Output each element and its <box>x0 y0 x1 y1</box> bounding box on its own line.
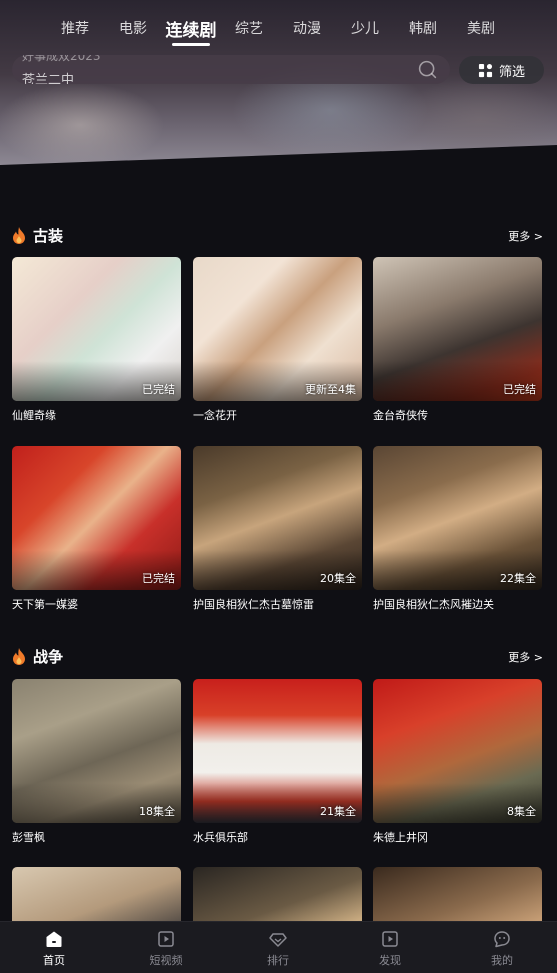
nav-short-video[interactable]: 短视频 <box>126 930 206 968</box>
more-link[interactable]: 更多 > <box>508 228 543 244</box>
nav-discover[interactable]: 发现 <box>350 930 430 968</box>
nav-ranking[interactable]: 排行 <box>238 930 318 968</box>
more-link[interactable]: 更多 > <box>508 649 543 665</box>
active-tab-indicator <box>172 43 210 46</box>
card-title[interactable]: 天下第一媒婆 <box>12 596 181 612</box>
filter-grid-icon <box>478 63 493 77</box>
status-badge: 21集全 <box>320 805 356 818</box>
tab-anime[interactable]: 动漫 <box>293 18 321 38</box>
section-header-costume: 古装 更多 > <box>12 225 545 247</box>
diamond-icon <box>269 933 287 947</box>
nav-label: 发现 <box>379 954 401 967</box>
nav-label: 短视频 <box>149 954 183 967</box>
section-header-war: 战争 更多 > <box>12 646 545 668</box>
fire-icon <box>13 227 25 244</box>
card-title[interactable]: 护国良相狄仁杰古墓惊雷 <box>193 596 362 612</box>
card-title[interactable]: 朱德上井冈 <box>373 829 542 845</box>
nav-label: 我的 <box>491 954 513 967</box>
nav-label: 排行 <box>267 954 289 967</box>
bottom-nav: 首页 短视频 排行 发现 我的 <box>0 921 557 973</box>
nav-profile[interactable]: 我的 <box>462 930 542 968</box>
play-square-icon <box>158 931 174 947</box>
drama-card[interactable]: 8集全 朱德上井冈 <box>373 679 542 845</box>
drama-card[interactable]: 已完结 金台奇侠传 <box>373 257 542 423</box>
play-square-icon <box>382 931 398 947</box>
search-hint-previous: 好事成双2023 <box>22 55 101 63</box>
poster-image[interactable]: 8集全 <box>373 679 542 823</box>
category-tabs: 推荐 电影 连续剧 综艺 动漫 少儿 韩剧 美剧 <box>0 18 557 44</box>
poster-image[interactable]: 已完结 <box>12 257 181 401</box>
status-badge: 20集全 <box>320 572 356 585</box>
card-title[interactable]: 仙鲤奇缘 <box>12 407 181 423</box>
card-title[interactable]: 水兵俱乐部 <box>193 829 362 845</box>
status-badge: 22集全 <box>500 572 536 585</box>
tab-movie[interactable]: 电影 <box>119 18 147 38</box>
search-input[interactable]: 好事成双2023 苍兰二中 <box>12 55 450 84</box>
section-title: 战争 <box>33 648 64 666</box>
drama-card[interactable]: 已完结 仙鲤奇缘 <box>12 257 181 423</box>
poster-image[interactable]: 22集全 <box>373 446 542 590</box>
search-icon[interactable] <box>417 59 438 80</box>
poster-image[interactable]: 已完结 <box>12 446 181 590</box>
fire-icon <box>13 648 25 665</box>
tab-korean[interactable]: 韩剧 <box>409 18 437 38</box>
home-icon <box>46 931 62 947</box>
nav-label: 首页 <box>43 954 65 967</box>
status-badge: 更新至4集 <box>305 383 356 396</box>
tab-kids[interactable]: 少儿 <box>351 18 379 38</box>
status-badge: 18集全 <box>139 805 175 818</box>
tab-series[interactable]: 连续剧 <box>166 16 217 41</box>
status-badge: 8集全 <box>507 805 536 818</box>
card-title[interactable]: 金台奇侠传 <box>373 407 542 423</box>
filter-button[interactable]: 筛选 <box>459 56 544 84</box>
section-title: 古装 <box>33 227 64 245</box>
card-title[interactable]: 护国良相狄仁杰风摧边关 <box>373 596 542 612</box>
tab-american[interactable]: 美剧 <box>467 18 495 38</box>
card-title[interactable]: 彭雪枫 <box>12 829 181 845</box>
tab-recommend[interactable]: 推荐 <box>61 18 89 38</box>
search-hint: 苍兰二中 <box>22 73 75 84</box>
drama-card[interactable]: 18集全 彭雪枫 <box>12 679 181 845</box>
drama-card[interactable]: 22集全 护国良相狄仁杰风摧边关 <box>373 446 542 612</box>
drama-card[interactable]: 更新至4集 一念花开 <box>193 257 362 423</box>
drama-card[interactable]: 20集全 护国良相狄仁杰古墓惊雷 <box>193 446 362 612</box>
drama-card[interactable]: 21集全 水兵俱乐部 <box>193 679 362 845</box>
status-badge: 已完结 <box>503 383 536 396</box>
poster-image[interactable]: 20集全 <box>193 446 362 590</box>
card-title[interactable]: 一念花开 <box>193 407 362 423</box>
poster-image[interactable]: 21集全 <box>193 679 362 823</box>
nav-home[interactable]: 首页 <box>14 930 94 968</box>
status-badge: 已完结 <box>142 383 175 396</box>
tab-variety[interactable]: 综艺 <box>235 18 263 38</box>
poster-image[interactable]: 已完结 <box>373 257 542 401</box>
poster-image[interactable]: 更新至4集 <box>193 257 362 401</box>
status-badge: 已完结 <box>142 572 175 585</box>
drama-card[interactable]: 已完结 天下第一媒婆 <box>12 446 181 612</box>
chat-face-icon <box>494 931 510 948</box>
filter-label: 筛选 <box>498 64 525 80</box>
poster-image[interactable]: 18集全 <box>12 679 181 823</box>
